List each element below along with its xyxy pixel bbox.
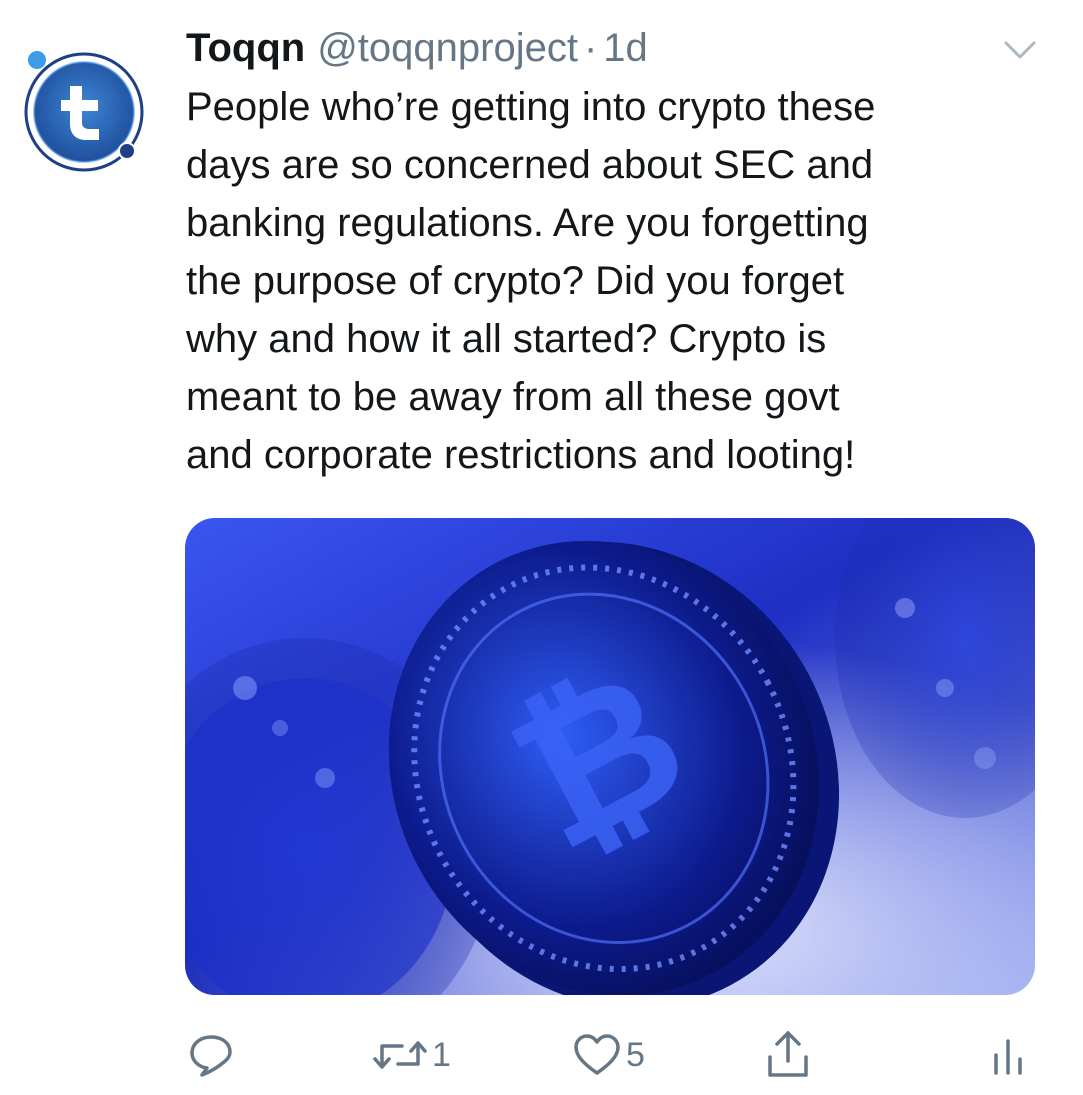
tweet-header: Toqqn @toqqnproject · 1d — [186, 22, 648, 74]
more-options-button[interactable] — [1000, 36, 1040, 64]
retweet-count: 1 — [432, 1036, 451, 1074]
retweet-button[interactable]: 1 — [372, 1020, 451, 1090]
reply-icon — [190, 1035, 232, 1077]
share-icon — [768, 1031, 808, 1077]
bitcoin-photo: ₿ — [185, 518, 1035, 995]
heart-icon — [574, 1034, 620, 1075]
toqqn-logo-icon — [24, 51, 144, 172]
retweet-icon — [373, 1041, 427, 1069]
timestamp[interactable]: 1d — [603, 22, 648, 74]
analytics-icon — [994, 1039, 1022, 1075]
separator-dot: · — [583, 26, 598, 70]
tweet-text: People who’re getting into crypto these … — [186, 85, 876, 477]
analytics-button[interactable] — [990, 1020, 1026, 1090]
like-count: 5 — [626, 1036, 645, 1074]
user-handle[interactable]: @toqqnproject — [317, 22, 578, 74]
tweet-actions: 1 5 — [0, 1020, 1083, 1090]
tweet-image[interactable]: ₿ — [185, 518, 1035, 995]
avatar[interactable] — [18, 44, 150, 176]
chevron-down-icon — [1004, 41, 1036, 59]
share-button[interactable] — [764, 1020, 812, 1090]
like-button[interactable]: 5 — [572, 1020, 645, 1090]
reply-button[interactable] — [188, 1020, 238, 1090]
display-name[interactable]: Toqqn — [186, 22, 305, 74]
